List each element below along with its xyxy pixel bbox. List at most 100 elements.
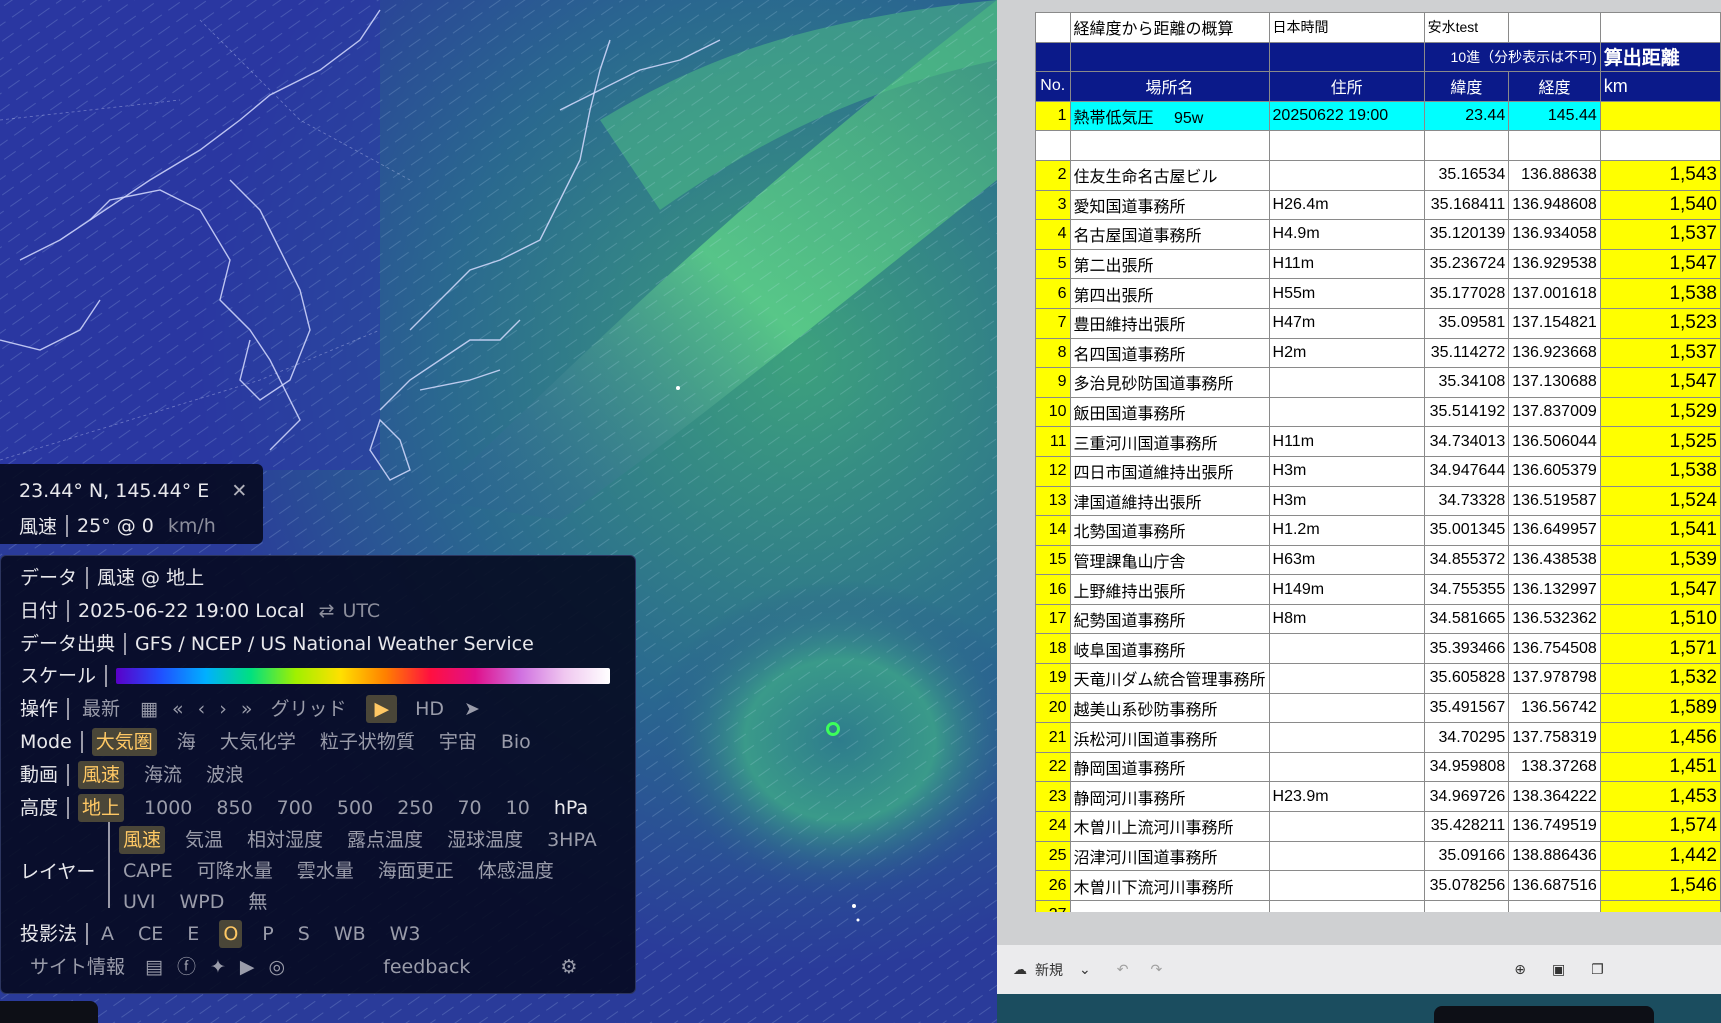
table-row[interactable]: 24 木曽川上流河川事務所 35.428211 136.749519 1,574 [1035, 811, 1721, 842]
proj-s[interactable]: S [294, 920, 314, 948]
proj-o[interactable]: O [219, 920, 243, 948]
zoom-in-icon[interactable]: ⊕ [1514, 962, 1526, 978]
facebook-icon[interactable]: ⓕ [177, 953, 196, 981]
table-row[interactable]: 10 飯田国道事務所 35.514192 137.837009 1,529 [1035, 396, 1721, 428]
table-row[interactable]: 21 浜松河川国道事務所 34.70295 137.758319 1,456 [1035, 722, 1721, 753]
layer-wind[interactable]: 風速 [119, 826, 166, 854]
date-value[interactable]: 2025-06-22 19:00 Local [78, 597, 305, 625]
table-row[interactable]: 20 越美山系砂防事務所 35.491567 136.56742 1,589 [1035, 692, 1721, 724]
layer-mslp[interactable]: 海面更正 [374, 857, 458, 885]
undo-icon[interactable]: ↶ [1117, 962, 1129, 978]
table-row[interactable]: 25 沼津河川国道事務所 35.09166 138.886436 1,442 [1035, 840, 1721, 872]
hd-toggle[interactable]: HD [411, 695, 448, 723]
table-row[interactable]: 9 多治見砂防国道事務所 35.34108 137.130688 1,547 [1035, 367, 1721, 398]
layer-pw[interactable]: 可降水量 [193, 857, 277, 885]
proj-a[interactable]: A [97, 920, 118, 948]
step-forward-icon[interactable]: › [219, 695, 227, 723]
table-row[interactable]: 16 上野維持出張所 H149m 34.755355 136.132997 1,547 [1035, 574, 1721, 605]
table-row[interactable]: 15 管理課亀山庁舎 H63m 34.855372 136.438538 1,539 [1035, 544, 1721, 576]
height-1000[interactable]: 1000 [140, 794, 196, 822]
proj-wb[interactable]: WB [330, 920, 370, 948]
table-row[interactable]: 4 名古屋国道事務所 H4.9m 35.120139 136.934058 1,537 [1035, 219, 1721, 250]
height-70[interactable]: 70 [453, 794, 485, 822]
origin-row[interactable]: 1 熱帯低気圧 95w 20250622 19:00 23.44 145.44 [1035, 100, 1721, 132]
table-row[interactable]: 5 第二出張所 H11m 35.236724 136.929538 1,547 [1035, 248, 1721, 280]
redo-icon[interactable]: ↷ [1150, 962, 1162, 978]
table-row[interactable]: 11 三重河川国道事務所 H11m 34.734013 136.506044 1,525 [1035, 426, 1721, 457]
table-row[interactable]: 14 北勢国道事務所 H1.2m 35.001345 136.649957 1,541 [1035, 515, 1721, 546]
grid-toggle[interactable]: グリッド [266, 695, 350, 723]
about-link[interactable]: サイト情報 [26, 953, 129, 981]
metric-unit[interactable]: km/h [168, 515, 216, 537]
height-850[interactable]: 850 [212, 794, 256, 822]
table-row[interactable]: 3 愛知国道事務所 H26.4m 35.168411 136.948608 1,540 [1035, 189, 1721, 221]
news-icon[interactable]: ▤ [145, 953, 163, 981]
mode-chem[interactable]: 大気化学 [216, 728, 300, 756]
latest-button[interactable]: 最新 [78, 695, 124, 723]
table-row[interactable]: 18 岐阜国道事務所 35.393466 136.754508 1,571 [1035, 633, 1721, 665]
layer-uvi[interactable]: UVI [119, 888, 160, 916]
blank-row[interactable] [1035, 130, 1721, 161]
table-row[interactable]: 22 静岡国道事務所 34.959808 138.37268 1,451 [1035, 751, 1721, 783]
table-row[interactable]: 13 津国道維持出張所 H3m 34.73328 136.519587 1,524 [1035, 485, 1721, 517]
table-row[interactable]: 19 天竜川ダム統合管理事務所 35.605828 137.978798 1,532 [1035, 663, 1721, 694]
instagram-icon[interactable]: ◎ [269, 953, 286, 981]
height-surface[interactable]: 地上 [78, 794, 125, 822]
utc-toggle[interactable]: UTC [342, 597, 380, 625]
layer-rh[interactable]: 相対湿度 [243, 826, 327, 854]
color-scale-bar[interactable] [116, 668, 611, 684]
anim-currents[interactable]: 海流 [140, 761, 186, 789]
youtube-icon[interactable]: ▶ [240, 953, 255, 981]
proj-ce[interactable]: CE [134, 920, 167, 948]
proj-w3[interactable]: W3 [386, 920, 425, 948]
layer-cape[interactable]: CAPE [119, 857, 177, 885]
bluesky-icon[interactable]: ✦ [210, 953, 226, 981]
play-icon[interactable]: ▶ [366, 695, 398, 723]
skip-forward-icon[interactable]: » [241, 695, 253, 723]
layer-3hpa[interactable]: 3HPA [543, 826, 601, 854]
mode-particulates[interactable]: 粒子状物質 [316, 728, 419, 756]
table-row[interactable]: 8 名四国道事務所 H2m 35.114272 136.923668 1,537 [1035, 337, 1721, 369]
skip-back-icon[interactable]: « [172, 695, 184, 723]
anim-waves[interactable]: 波浪 [202, 761, 248, 789]
layer-wpd[interactable]: WPD [176, 888, 229, 916]
table-row[interactable]: 6 第四出張所 H55m 35.177028 137.001618 1,538 [1035, 278, 1721, 309]
layer-wetbulb[interactable]: 湿球温度 [443, 826, 527, 854]
table-row[interactable]: 27 [1035, 899, 1721, 912]
table-row[interactable]: 26 木曽川下流河川事務所 35.078256 136.687516 1,546 [1035, 870, 1721, 901]
close-icon[interactable]: ✕ [231, 480, 247, 502]
sheet-page[interactable]: 経緯度から距離の概算 日本時間 安水test 10進（分秒表示は不可) 算出距離… [1035, 12, 1721, 912]
table-row[interactable]: 7 豊田維持出張所 H47m 35.09581 137.154821 1,523 [1035, 307, 1721, 339]
proj-p[interactable]: P [258, 920, 277, 948]
new-button[interactable]: 新規 [1035, 960, 1063, 980]
table-row[interactable]: 23 静岡河川事務所 H23.9m 34.969726 138.364222 1,453 [1035, 781, 1721, 813]
mode-ocean[interactable]: 海 [173, 728, 200, 756]
anim-wind[interactable]: 風速 [78, 761, 125, 789]
gear-icon[interactable]: ⚙ [560, 953, 577, 981]
calendar-icon[interactable]: ▦ [140, 695, 158, 723]
step-back-icon[interactable]: ‹ [198, 695, 206, 723]
layer-cloudwater[interactable]: 雲水量 [293, 857, 358, 885]
feedback-link[interactable]: feedback [379, 953, 474, 981]
table-row[interactable]: 2 住友生命名古屋ビル 35.16534 136.88638 1,543 [1035, 159, 1721, 191]
height-500[interactable]: 500 [333, 794, 377, 822]
mode-space[interactable]: 宇宙 [435, 728, 481, 756]
layer-temp[interactable]: 気温 [181, 826, 227, 854]
earth-map[interactable]: 23.44° N, 145.44° E ✕ 風速 25° @ 0 km/h デー… [0, 0, 997, 1023]
layer-dewpoint[interactable]: 露点温度 [343, 826, 427, 854]
copy-icon[interactable]: ❐ [1591, 962, 1604, 978]
new-item-icon[interactable]: ☁ [1013, 962, 1027, 978]
chevron-down-icon[interactable]: ⌄ [1079, 962, 1091, 978]
mode-atmosphere[interactable]: 大気圏 [91, 728, 157, 756]
height-700[interactable]: 700 [273, 794, 317, 822]
layer-none[interactable]: 無 [244, 888, 271, 916]
height-250[interactable]: 250 [393, 794, 437, 822]
table-row[interactable]: 12 四日市国道維持出張所 H3m 34.947644 136.605379 1,538 [1035, 455, 1721, 487]
locate-arrow-icon[interactable]: ➤ [464, 695, 480, 723]
save-icon[interactable]: ▣ [1552, 962, 1565, 978]
mode-bio[interactable]: Bio [497, 728, 535, 756]
swap-arrows-icon[interactable]: ⇄ [319, 597, 335, 625]
height-10[interactable]: 10 [502, 794, 534, 822]
table-row[interactable]: 17 紀勢国道事務所 H8m 34.581665 136.532362 1,510 [1035, 603, 1721, 635]
layer-feelslike[interactable]: 体感温度 [474, 857, 558, 885]
